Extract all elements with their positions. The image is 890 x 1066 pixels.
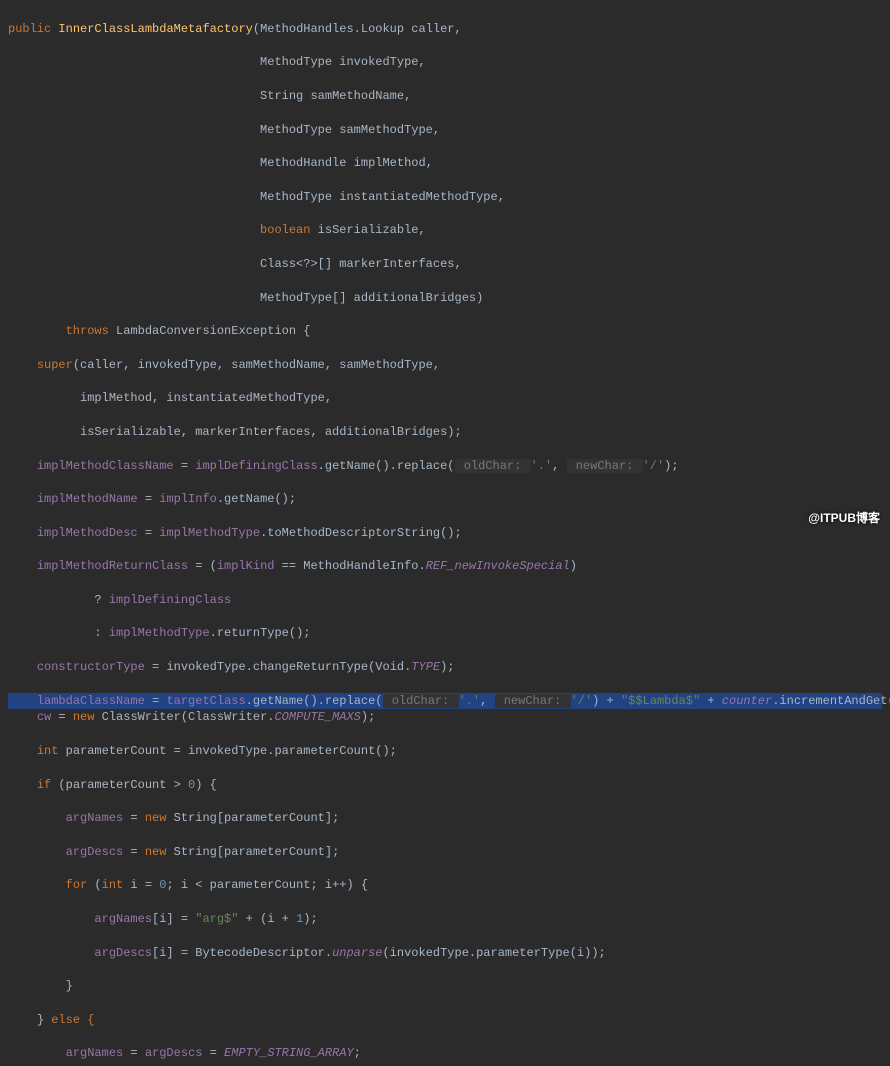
code-line: argNames = argDescs = EMPTY_STRING_ARRAY… (8, 1045, 882, 1062)
param-hint-newchar: newChar: (567, 459, 643, 473)
code-line: MethodType instantiatedMethodType, (8, 189, 882, 206)
param-hint-newchar: newChar: (495, 694, 571, 708)
code-line: implMethodDesc = implMethodType.toMethod… (8, 525, 882, 542)
code-editor[interactable]: public InnerClassLambdaMetafactory(Metho… (0, 0, 890, 1066)
keyword-public: public (8, 22, 51, 36)
code-line: } else { (8, 1012, 882, 1029)
code-line: int parameterCount = invokedType.paramet… (8, 743, 882, 760)
code-line: if (parameterCount > 0) { (8, 777, 882, 794)
param-hint-oldchar: oldChar: (455, 459, 531, 473)
watermark-label: @ITPUB博客 (808, 510, 880, 527)
code-line: Class<?>[] markerInterfaces, (8, 256, 882, 273)
code-line-highlighted: lambdaClassName = targetClass.getName().… (8, 693, 882, 710)
code-line: } (8, 978, 882, 995)
code-line: MethodType[] additionalBridges) (8, 290, 882, 307)
code-line: MethodType samMethodType, (8, 122, 882, 139)
constructor-name: InnerClassLambdaMetafactory (58, 22, 252, 36)
code-line: implMethodName = implInfo.getName(); (8, 491, 882, 508)
param-hint-oldchar: oldChar: (383, 694, 459, 708)
code-line: super(caller, invokedType, samMethodName… (8, 357, 882, 374)
code-line: implMethod, instantiatedMethodType, (8, 390, 882, 407)
code-line: argNames = new String[parameterCount]; (8, 810, 882, 827)
code-line: argDescs = new String[parameterCount]; (8, 844, 882, 861)
code-line: constructorType = invokedType.changeRetu… (8, 659, 882, 676)
code-line: argDescs[i] = BytecodeDescriptor.unparse… (8, 945, 882, 962)
code-line: MethodType invokedType, (8, 54, 882, 71)
code-line: public InnerClassLambdaMetafactory(Metho… (8, 21, 882, 38)
code-line: String samMethodName, (8, 88, 882, 105)
code-line: ? implDefiningClass (8, 592, 882, 609)
code-line: argNames[i] = "arg$" + (i + 1); (8, 911, 882, 928)
code-line: isSerializable, markerInterfaces, additi… (8, 424, 882, 441)
code-line: implMethodReturnClass = (implKind == Met… (8, 558, 882, 575)
code-line: implMethodClassName = implDefiningClass.… (8, 458, 882, 475)
code-line: cw = new ClassWriter(ClassWriter.COMPUTE… (8, 709, 882, 726)
code-line: MethodHandle implMethod, (8, 155, 882, 172)
code-line: : implMethodType.returnType(); (8, 625, 882, 642)
code-line: boolean isSerializable, (8, 222, 882, 239)
code-line: throws LambdaConversionException { (8, 323, 882, 340)
code-line: for (int i = 0; i < parameterCount; i++)… (8, 877, 882, 894)
